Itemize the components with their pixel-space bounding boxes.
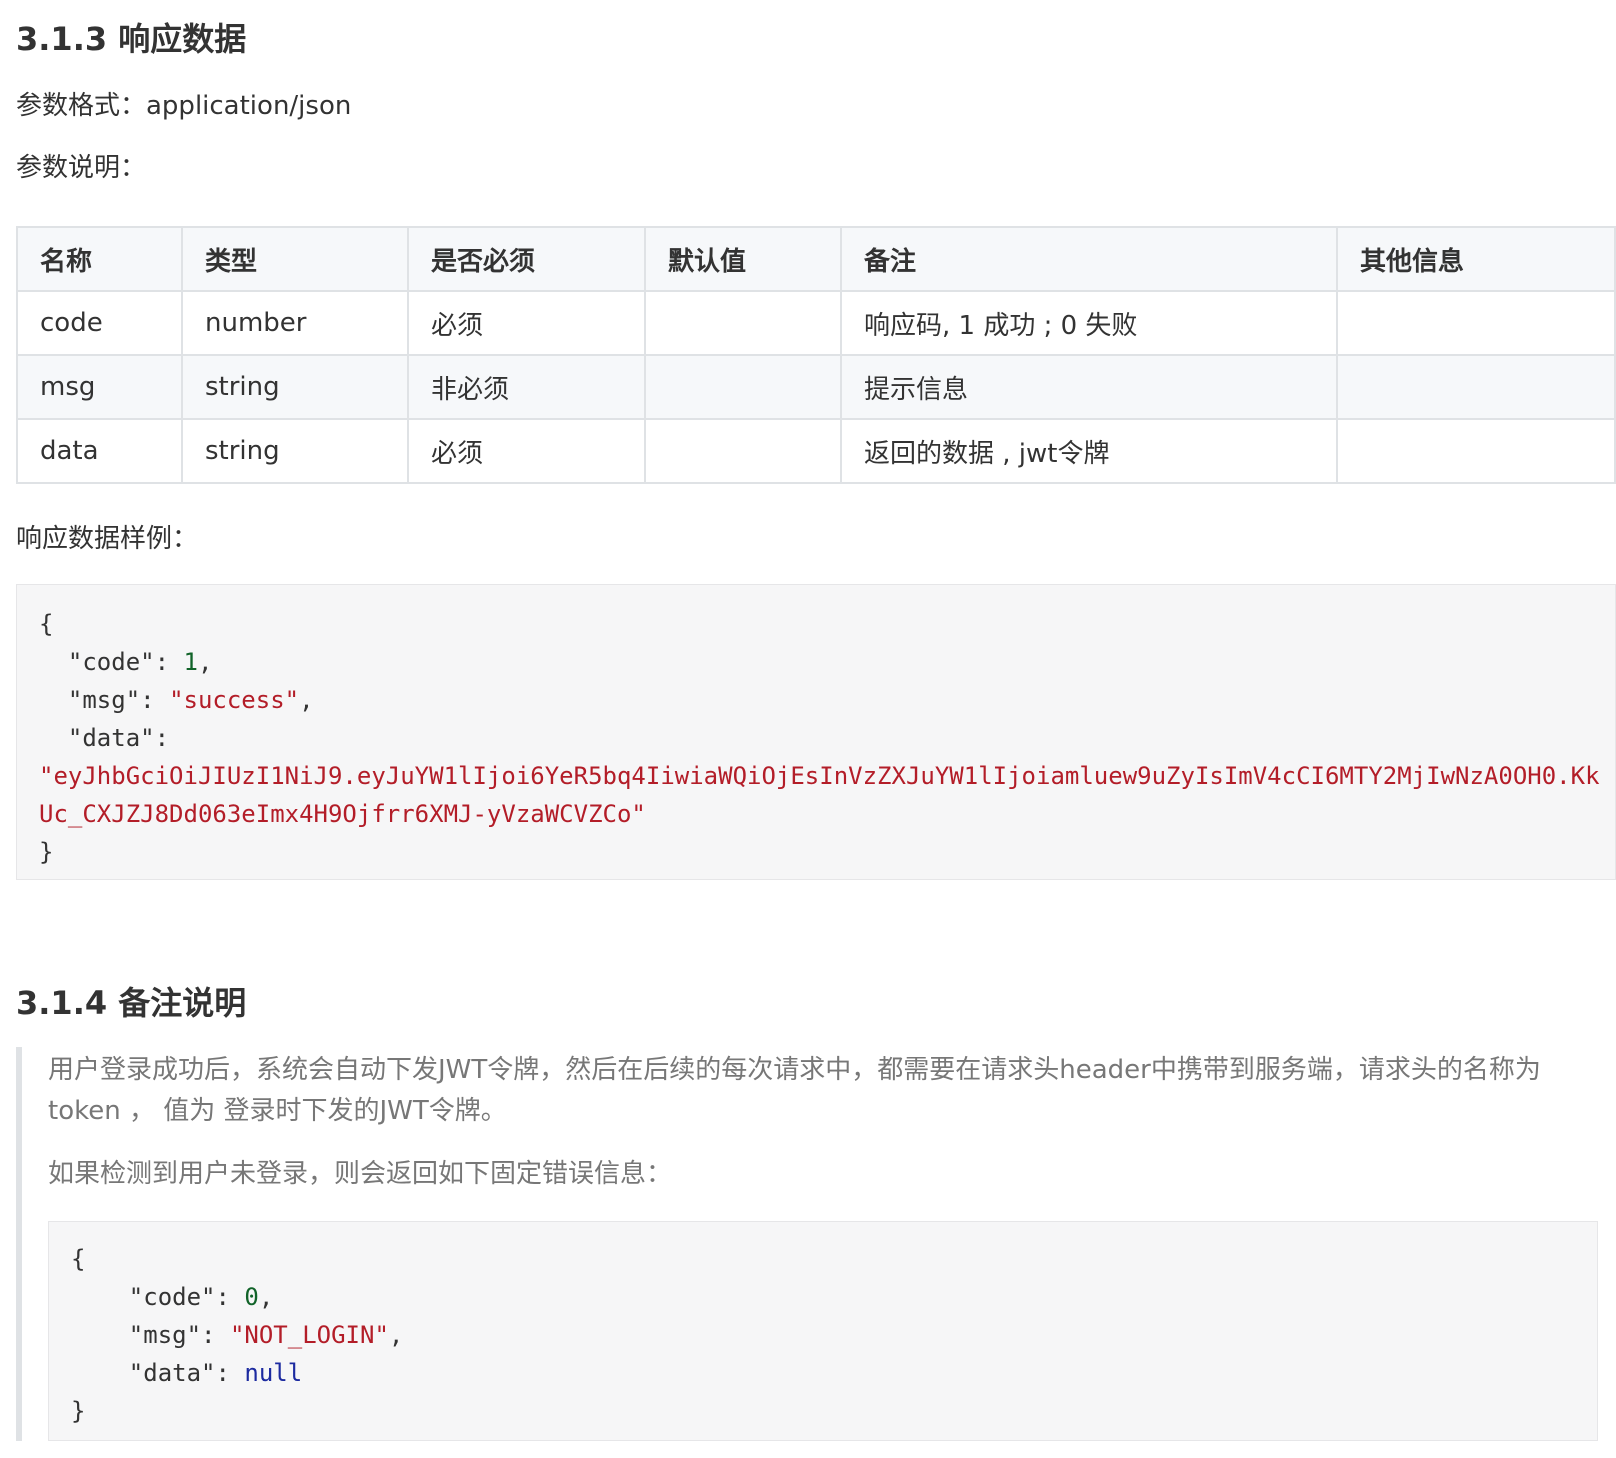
code-key: "code" [67,648,155,676]
table-cell: string [181,354,409,420]
code-string: "NOT_LOGIN" [229,1321,389,1349]
table-cell: 提示信息 [840,354,1338,420]
code-string: "success" [169,686,300,714]
table-row: msg string 非必须 提示信息 [16,354,1616,420]
code-brace-open: { [71,1245,86,1273]
param-format-text: 参数格式：application/json [16,91,352,121]
code-key: "code" [128,1283,216,1311]
table-cell: data [16,418,183,484]
response-sample-code-block[interactable]: { "code": 1, "msg": "success", "data": "… [16,584,1616,880]
code-brace-close: } [39,838,54,866]
table-cell [644,354,842,420]
param-desc-text: 参数说明： [16,153,147,183]
code-brace-open: { [39,610,54,638]
table-cell: 返回的数据 , jwt令牌 [840,418,1338,484]
table-cell: msg [16,354,183,420]
table-cell [644,290,842,356]
code-key: "msg" [128,1321,202,1349]
table-cell [1336,354,1616,420]
column-header: 备注 [840,226,1338,292]
column-header: 其他信息 [1336,226,1616,292]
code-string: "eyJhbGciOiJIUzI1NiJ9.eyJuYW1lIjoi6YeR5b… [39,762,1600,790]
code-number: 0 [244,1283,259,1311]
note-line-3: 如果检测到用户未登录，则会返回如下固定错误信息： [48,1159,673,1189]
code-key: "msg" [67,686,141,714]
table-cell: 非必须 [407,354,646,420]
table-cell: string [181,418,409,484]
table-cell: 响应码, 1 成功 ; 0 失败 [840,290,1338,356]
code-key: "data" [67,724,155,752]
table-cell [1336,418,1616,484]
table-row: data string 必须 返回的数据 , jwt令牌 [16,418,1616,484]
table-cell: 必须 [407,290,646,356]
section-title-notes: 3.1.4 备注说明 [16,984,247,1022]
code-keyword: null [244,1359,303,1387]
column-header: 默认值 [644,226,842,292]
code-key: "data" [128,1359,216,1387]
code-brace-close: } [71,1397,86,1425]
code-string: Uc_CXJZJ8Dd063eImx4H9Ojfrr6XMJ-yVzaWCVZC… [39,800,646,828]
table-cell: code [16,290,183,356]
note-line-2: token ， 值为 登录时下发的JWT令牌。 [48,1096,507,1126]
column-header: 名称 [16,226,183,292]
column-header: 是否必须 [407,226,646,292]
table-cell: 必须 [407,418,646,484]
code-number: 1 [183,648,198,676]
column-header: 类型 [181,226,409,292]
table-header-row: 名称 类型 是否必须 默认值 备注 其他信息 [16,226,1616,292]
note-line-1: 用户登录成功后，系统会自动下发JWT令牌，然后在后续的每次请求中，都需要在请求头… [48,1055,1541,1085]
table-cell [644,418,842,484]
response-params-table: 名称 类型 是否必须 默认值 备注 其他信息 code number 必须 响应… [16,226,1616,484]
error-sample-code-block[interactable]: { "code": 0, "msg": "NOT_LOGIN", "data":… [48,1221,1598,1441]
table-cell [1336,290,1616,356]
table-row: code number 必须 响应码, 1 成功 ; 0 失败 [16,290,1616,356]
blockquote-bar [16,1047,22,1441]
section-title-response-data: 3.1.3 响应数据 [16,20,247,58]
table-cell: number [181,290,409,356]
sample-label-text: 响应数据样例： [16,524,199,554]
